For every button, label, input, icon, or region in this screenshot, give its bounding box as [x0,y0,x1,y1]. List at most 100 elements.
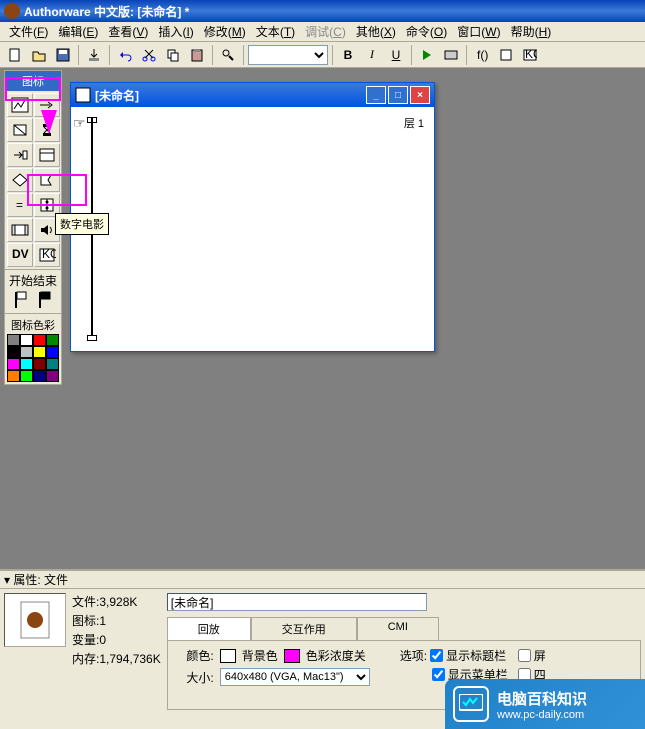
navigate-icon[interactable] [7,143,33,167]
file-thumbnail [4,593,66,647]
watermark-title: 电脑百科知识 [497,688,587,709]
show-titlebar-checkbox[interactable] [430,649,443,662]
find-button[interactable] [217,44,239,66]
menu-command[interactable]: 命令(O) [401,21,452,42]
italic-button[interactable]: I [361,44,383,66]
color-swatch[interactable] [46,370,59,382]
svg-text:f(): f() [477,48,488,62]
display-icon[interactable] [7,93,33,117]
import-button[interactable] [83,44,105,66]
tab-playback[interactable]: 回放 [167,617,251,640]
color-swatch[interactable] [33,370,46,382]
watermark: 电脑百科知识 www.pc-daily.com [445,679,645,729]
erase-icon[interactable] [7,118,33,142]
title-bar: Authorware 中文版: [未命名] * [0,0,645,22]
menu-insert[interactable]: 插入(I) [153,21,198,42]
color-swatch[interactable] [20,346,33,358]
svg-text:KO: KO [42,247,56,261]
window-icon [75,87,91,103]
color-swatch[interactable] [46,358,59,370]
save-button[interactable] [52,44,74,66]
bold-button[interactable]: B [337,44,359,66]
separator [109,45,110,65]
color-grid [7,334,59,382]
color-swatch[interactable] [7,370,20,382]
bg-color-picker[interactable] [220,649,236,663]
end-flag[interactable] [38,291,52,309]
chroma-color-picker[interactable] [284,649,300,663]
menu-text[interactable]: 文本(T) [251,21,300,42]
separator [466,45,467,65]
file-name-input[interactable] [167,593,427,611]
copy-button[interactable] [162,44,184,66]
control-panel-button[interactable] [440,44,462,66]
color-swatch[interactable] [20,358,33,370]
toolbar: B I U f() KO [0,42,645,68]
svg-text:KO: KO [525,48,537,61]
menu-view[interactable]: 查看(V) [103,21,153,42]
flowline-area[interactable]: ☞ 层 1 [71,107,434,351]
decision-icon[interactable] [7,168,33,192]
cut-button[interactable] [138,44,160,66]
color-swatch[interactable] [33,334,46,346]
separator [332,45,333,65]
digital-movie-icon[interactable] [7,218,33,242]
svg-text:DVD: DVD [12,247,29,261]
show-menubar-checkbox[interactable] [432,668,445,681]
menu-other[interactable]: 其他(X) [351,21,401,42]
color-swatch[interactable] [20,334,33,346]
framework-icon[interactable] [34,143,60,167]
functions-button[interactable]: f() [471,44,493,66]
color-swatch[interactable] [7,358,20,370]
separator [78,45,79,65]
color-swatch[interactable] [7,346,20,358]
run-button[interactable] [416,44,438,66]
app-icon [4,3,20,19]
annotation-arrow [41,110,57,134]
open-button[interactable] [28,44,50,66]
new-button[interactable] [4,44,26,66]
color-swatch[interactable] [20,370,33,382]
menu-edit[interactable]: 编辑(E) [53,21,103,42]
underline-button[interactable]: U [385,44,407,66]
tab-cmi[interactable]: CMI [357,617,439,640]
style-combo[interactable] [248,45,328,65]
undo-button[interactable] [114,44,136,66]
close-button[interactable]: × [410,86,430,104]
watermark-icon [453,686,489,722]
color-swatch[interactable] [46,346,59,358]
dvd-icon[interactable]: DVD [7,243,33,267]
menu-file[interactable]: 文件(F) [4,21,53,42]
size-select[interactable]: 640x480 (VGA, Mac13") [220,668,370,686]
maximize-button[interactable]: □ [388,86,408,104]
menu-debug: 调试(C) [300,21,351,42]
separator [243,45,244,65]
color-swatch[interactable] [33,346,46,358]
color-label: 颜色: [174,647,214,664]
file-info: 文件:3,928K 图标:1 变量:0 内存:1,794,736K [72,593,161,710]
option-checkbox-1[interactable] [518,649,531,662]
minimize-button[interactable]: _ [366,86,386,104]
color-palette-title: 图标色彩 [7,316,59,334]
svg-text:=: = [16,198,23,212]
menu-bar: 文件(F) 编辑(E) 查看(V) 插入(I) 修改(M) 文本(T) 调试(C… [0,22,645,42]
hand-pointer-icon: ☞ [73,115,86,132]
design-title-bar[interactable]: [未命名] _ □ × [71,83,434,107]
paste-button[interactable] [186,44,208,66]
size-label: 大小: [174,669,214,686]
start-flag[interactable] [14,291,28,309]
calc-icon[interactable]: = [7,193,33,217]
menu-modify[interactable]: 修改(M) [199,21,251,42]
properties-header: ▾ 属性: 文件 [0,571,645,589]
menu-window[interactable]: 窗口(W) [452,21,505,42]
knowledge-icon[interactable]: KO [34,243,60,267]
variables-button[interactable] [495,44,517,66]
color-swatch[interactable] [7,334,20,346]
ko-button[interactable]: KO [519,44,541,66]
panel-toggle-icon[interactable]: ▾ [4,573,10,587]
interaction-icon[interactable] [34,168,60,192]
tab-interaction[interactable]: 交互作用 [251,617,357,640]
color-swatch[interactable] [33,358,46,370]
color-swatch[interactable] [46,334,59,346]
menu-help[interactable]: 帮助(H) [506,21,557,42]
